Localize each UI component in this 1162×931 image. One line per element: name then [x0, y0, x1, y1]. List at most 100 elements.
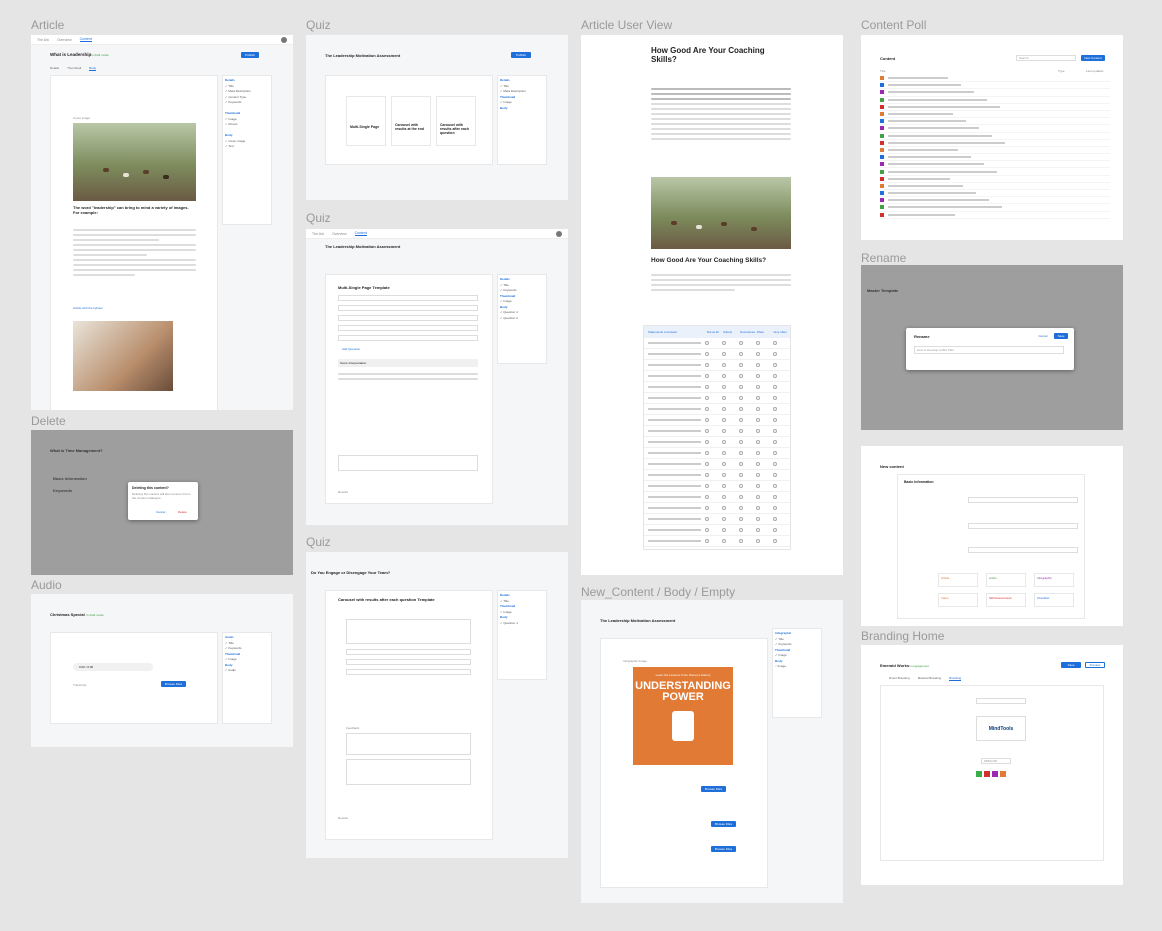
answer-radio[interactable]	[705, 374, 710, 378]
swatch[interactable]	[1000, 771, 1006, 777]
answer-radio[interactable]	[722, 374, 727, 378]
list-item[interactable]	[880, 89, 1110, 97]
answer-radio[interactable]	[722, 495, 727, 499]
article-link[interactable]: Article with the bylines	[73, 306, 103, 310]
list-item[interactable]	[880, 133, 1110, 140]
answer-radio[interactable]	[773, 473, 777, 477]
list-item[interactable]	[880, 140, 1110, 147]
answer-radio[interactable]	[773, 517, 777, 521]
answer-radio[interactable]	[705, 484, 710, 488]
answer-radio[interactable]	[739, 407, 744, 411]
answer-radio[interactable]	[705, 363, 710, 367]
tab-material-branding[interactable]: Material Branding	[918, 676, 942, 681]
answer-radio[interactable]	[722, 396, 727, 400]
answer-radio[interactable]	[773, 528, 777, 532]
answer-radio[interactable]	[739, 506, 744, 510]
answer-radio[interactable]	[722, 528, 727, 532]
answer-radio[interactable]	[773, 418, 777, 422]
template-card-1[interactable]: Multi-Single Page	[346, 96, 386, 146]
publish-button[interactable]: Publish	[511, 52, 531, 58]
answer-radio[interactable]	[739, 385, 744, 389]
list-item[interactable]	[880, 97, 1110, 104]
answer-radio[interactable]	[773, 429, 777, 433]
answer-radio[interactable]	[739, 352, 744, 356]
answer-radio[interactable]	[756, 440, 761, 444]
type-skill-assessment[interactable]: Skill Assessment	[986, 593, 1026, 607]
list-item[interactable]	[880, 125, 1110, 133]
answer-radio[interactable]	[722, 462, 727, 466]
answer-radio[interactable]	[756, 363, 761, 367]
answer-radio[interactable]	[756, 407, 761, 411]
answer-radio[interactable]	[756, 539, 761, 543]
answer-radio[interactable]	[705, 341, 710, 345]
template-card-2[interactable]: Carousel with results at the end	[391, 96, 431, 146]
search-input[interactable]: Search	[1016, 55, 1076, 61]
answer-radio[interactable]	[739, 495, 744, 499]
new-content-button[interactable]: New Content	[1081, 55, 1105, 61]
save-button[interactable]: Save	[1054, 333, 1068, 339]
list-item[interactable]	[880, 183, 1110, 190]
answer-radio[interactable]	[722, 484, 727, 488]
answer-radio[interactable]	[739, 374, 744, 378]
answer-radio[interactable]	[705, 407, 710, 411]
answer-radio[interactable]	[705, 418, 710, 422]
type-audio[interactable]: Audio	[986, 573, 1026, 587]
answer-radio[interactable]	[739, 462, 744, 466]
answer-radio[interactable]	[722, 451, 727, 455]
browse-files-button[interactable]: Browse Files	[161, 681, 186, 687]
answer-radio[interactable]	[722, 429, 727, 433]
answer-radio[interactable]	[739, 451, 744, 455]
answer-radio[interactable]	[773, 407, 777, 411]
template-card-3[interactable]: Carousel with results after each questio…	[436, 96, 476, 146]
answer-radio[interactable]	[739, 429, 744, 433]
list-item[interactable]	[880, 75, 1110, 83]
list-item[interactable]	[880, 204, 1110, 212]
answer-radio[interactable]	[722, 385, 727, 389]
answer-radio[interactable]	[773, 341, 777, 345]
list-item[interactable]	[880, 176, 1110, 183]
answer-radio[interactable]	[773, 495, 777, 499]
list-item[interactable]	[880, 82, 1110, 90]
list-item[interactable]	[880, 168, 1110, 176]
delete-button[interactable]: Delete	[178, 510, 187, 514]
answer-radio[interactable]	[756, 396, 761, 400]
answer-radio[interactable]	[705, 506, 710, 510]
nav-overview[interactable]: Overview	[332, 232, 347, 236]
answer-radio[interactable]	[705, 429, 710, 433]
answer-radio[interactable]	[722, 407, 727, 411]
answer-radio[interactable]	[756, 341, 761, 345]
answer-radio[interactable]	[739, 528, 744, 532]
list-item[interactable]	[880, 161, 1110, 169]
answer-radio[interactable]	[756, 429, 761, 433]
list-item[interactable]	[880, 118, 1110, 126]
answer-radio[interactable]	[739, 363, 744, 367]
answer-radio[interactable]	[756, 462, 761, 466]
answer-radio[interactable]	[722, 352, 727, 356]
answer-radio[interactable]	[773, 352, 777, 356]
tab-branding[interactable]: Branding	[949, 676, 962, 681]
swatch[interactable]	[976, 771, 982, 777]
answer-radio[interactable]	[705, 528, 710, 532]
tab-thumbnail[interactable]: Thumbnail	[67, 66, 81, 71]
answer-radio[interactable]	[739, 396, 744, 400]
answer-radio[interactable]	[756, 473, 761, 477]
add-question-button[interactable]: Add Question	[342, 347, 360, 351]
swatch[interactable]	[984, 771, 990, 777]
answer-radio[interactable]	[722, 341, 727, 345]
answer-radio[interactable]	[773, 440, 777, 444]
type-article[interactable]: Article	[938, 573, 978, 587]
answer-radio[interactable]	[739, 517, 744, 521]
type-video[interactable]: Video	[938, 593, 978, 607]
tab-body[interactable]: Body	[89, 66, 97, 71]
avatar[interactable]	[556, 230, 562, 237]
audio-player[interactable]: 0:00 / 0:00	[73, 663, 153, 671]
avatar[interactable]	[281, 36, 287, 43]
browse-files-button[interactable]: Browse Files	[701, 786, 726, 792]
answer-radio[interactable]	[756, 374, 761, 378]
answer-radio[interactable]	[773, 374, 777, 378]
answer-radio[interactable]	[705, 385, 710, 389]
tab-details[interactable]: Details	[50, 66, 59, 71]
nav-content[interactable]: Content	[79, 37, 92, 42]
type-checklist[interactable]: Checklist	[1034, 593, 1074, 607]
answer-radio[interactable]	[705, 462, 710, 466]
